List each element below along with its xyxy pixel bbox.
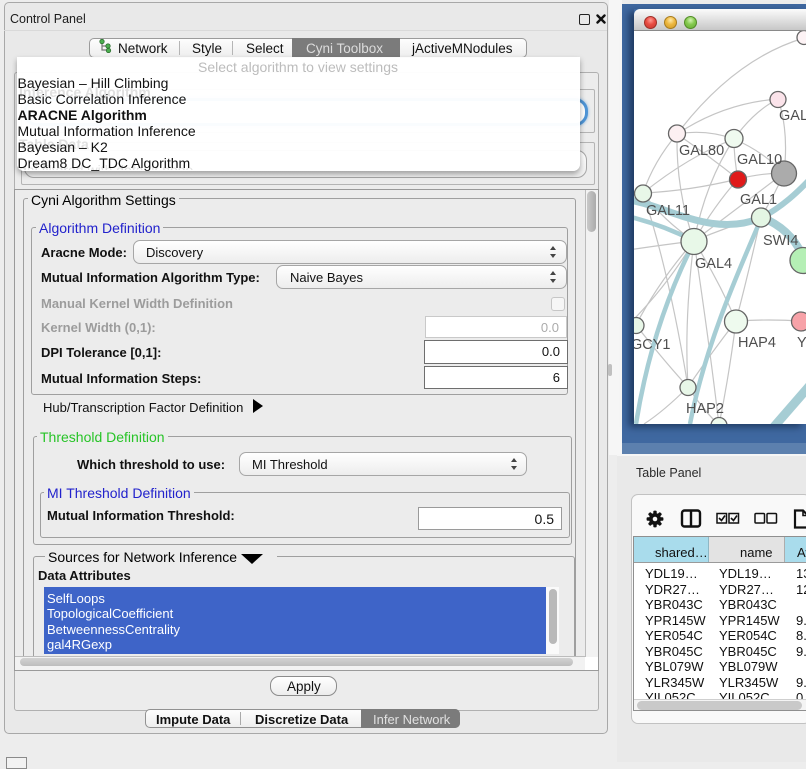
svg-text:HAP2: HAP2 bbox=[686, 401, 724, 417]
svg-text:GAL1: GAL1 bbox=[740, 192, 777, 208]
svg-text:HAP4: HAP4 bbox=[738, 335, 776, 351]
svg-text:GAL4: GAL4 bbox=[695, 256, 732, 272]
svg-text:GAL80: GAL80 bbox=[679, 143, 724, 159]
svg-text:GAL11: GAL11 bbox=[646, 203, 690, 219]
svg-text:YE: YE bbox=[797, 335, 806, 351]
svg-text:GAL7: GAL7 bbox=[779, 108, 806, 124]
svg-text:SWI4: SWI4 bbox=[763, 233, 798, 249]
svg-text:GCY1: GCY1 bbox=[634, 337, 671, 353]
svg-text:GAL10: GAL10 bbox=[737, 152, 782, 168]
